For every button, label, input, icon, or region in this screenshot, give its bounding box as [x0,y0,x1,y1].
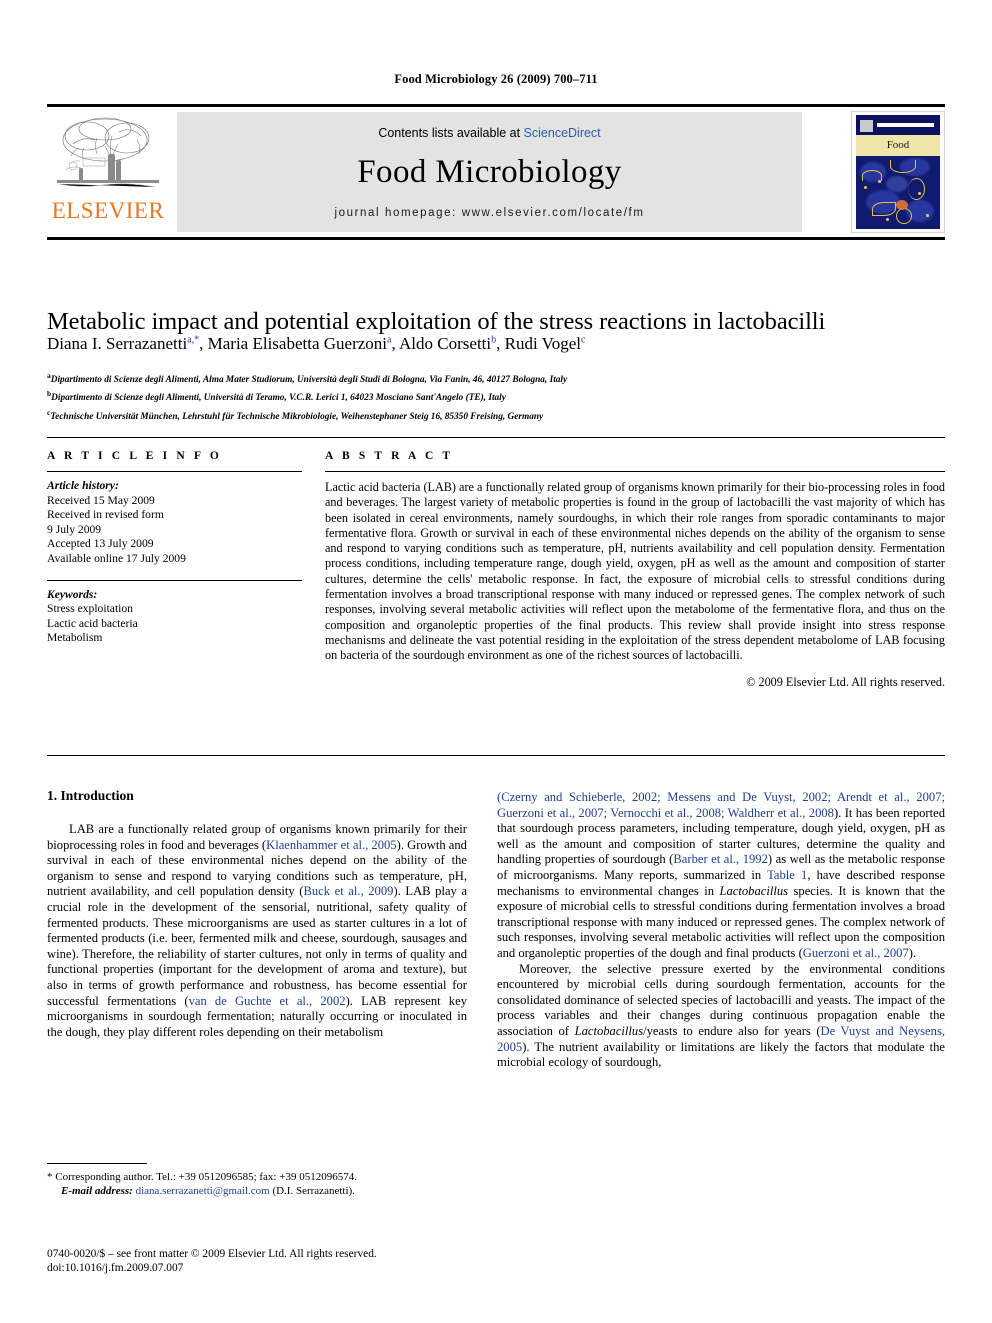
abstract-band-top-rule [47,437,945,438]
imprint-block: 0740-0020/$ – see front matter © 2009 El… [47,1247,477,1276]
italic-lactobacillus-2: Lactobacillus [574,1023,644,1038]
citation-van-de-guchte[interactable]: van de Guchte et al., 2002 [189,994,346,1008]
link-table-1[interactable]: Table 1 [767,868,807,882]
email-line: E-mail address: diana.serrazanetti@gmail… [47,1184,477,1198]
abstract-rule [325,471,945,472]
article-info-rule [47,471,302,472]
cover-image: Food Microbiology [856,115,940,229]
citation-klaenhammer[interactable]: Klaenhammer et al., 2005 [266,838,397,852]
author-1: Maria Elisabetta Guerzonia [207,334,392,353]
citation-buck[interactable]: Buck et al., 2009 [303,884,393,898]
email-label: E-mail address: [61,1185,133,1197]
keywords-label: Keywords: [47,587,98,601]
author-2: Aldo Corsettib [399,334,497,353]
corresponding-author-note: * Corresponding author. Tel.: +39 051209… [47,1171,357,1183]
affiliation-c: cTechnische Universität München, Lehrstu… [47,407,544,422]
keyword-0: Stress exploitation [47,602,133,616]
email-suffix: (D.I. Serrazanetti). [272,1185,355,1197]
journal-masthead: ELSEVIER Contents lists available at Sci… [47,104,945,240]
abstract-copyright: © 2009 Elsevier Ltd. All rights reserved… [746,674,945,689]
elsevier-logo: ELSEVIER [47,110,169,234]
imprint-line-2: doi:10.1016/j.fm.2009.07.007 [47,1262,184,1275]
contents-available-line: Contents lists available at ScienceDirec… [177,126,802,140]
history-item-1: Received in revised form [47,508,164,522]
article-history: Article history: Received 15 May 2009 Re… [47,479,302,567]
citation-barber[interactable]: Barber et al., 1992 [673,852,768,866]
affiliation-a: aDipartimento di Scienze degli Alimenti,… [47,371,568,386]
elsevier-tree-icon [53,114,163,198]
journal-homepage-link[interactable]: journal homepage: www.elsevier.com/locat… [177,207,802,219]
paper-page: Food Microbiology 26 (2009) 700–711 ELSE… [0,0,992,1323]
abstract-column: A B S T R A C T Lactic acid bacteria (LA… [325,450,945,690]
italic-lactobacillus-1: Lactobacillus [719,883,789,898]
article-info-column: A R T I C L E I N F O Article history: R… [47,450,302,646]
body-column-left: LAB are a functionally related group of … [47,822,467,1040]
running-head: Food Microbiology 26 (2009) 700–711 [394,72,598,86]
cover-elsevier-mini-logo [860,120,873,132]
paragraph-intro-left: LAB are a functionally related group of … [47,822,467,1039]
contents-prefix: Contents lists available at [378,126,524,140]
body-column-right: (Czerny and Schieberle, 2002; Messens an… [497,790,945,1071]
author-3: Rudi Vogelc [504,334,586,353]
affiliation-b: bDipartimento di Scienze degli Alimenti,… [47,389,506,404]
abstract-text: Lactic acid bacteria (LAB) are a functio… [325,480,945,663]
elsevier-wordmark: ELSEVIER [51,198,165,223]
cover-top-bar [860,120,934,132]
journal-title: Food Microbiology [357,154,622,190]
masthead-top-rule [47,104,945,107]
masthead-bottom-rule [47,237,945,240]
history-item-2: 9 July 2009 [47,522,102,536]
keyword-1: Lactic acid bacteria [47,616,138,630]
cover-artwork [856,156,940,229]
abstract-heading: A B S T R A C T [325,450,454,462]
history-item-4: Available online 17 July 2009 [47,551,186,565]
history-item-0: Received 15 May 2009 [47,493,155,507]
journal-cover-thumbnail: Food Microbiology [851,111,945,233]
keywords-rule [47,579,302,581]
article-history-label: Article history: [47,479,119,492]
masthead-center-panel: Contents lists available at ScienceDirec… [177,112,802,232]
imprint-line-1: 0740-0020/$ – see front matter © 2009 El… [47,1248,377,1260]
footnote-rule [47,1163,147,1164]
cover-white-bar [877,123,934,127]
footnote-block: * Corresponding author. Tel.: +39 051209… [47,1170,477,1198]
keyword-2: Metabolism [47,631,103,645]
paragraph-intro-right-2: Moreover, the selective pressure exerted… [497,961,945,1070]
history-item-3: Accepted 13 July 2009 [47,537,154,551]
cover-title-band: Food Microbiology [856,135,940,172]
affiliation-list: aDipartimento di Scienze degli Alimenti,… [47,369,947,424]
author-list: Diana I. Serrazanettia,*, Maria Elisabet… [47,334,586,353]
author-0: Diana I. Serrazanettia,* [47,334,200,353]
email-link[interactable]: diana.serrazanetti@gmail.com [136,1185,270,1197]
page-title: Metabolic impact and potential exploitat… [47,308,826,336]
article-info-heading: A R T I C L E I N F O [47,450,222,462]
abstract-band-bottom-rule [47,755,945,756]
sciencedirect-link[interactable]: ScienceDirect [524,126,601,140]
paragraph-intro-right-1: (Czerny and Schieberle, 2002; Messens an… [497,790,945,960]
keywords-block: Keywords: Stress exploitation Lactic aci… [47,588,302,646]
section-heading-introduction: 1. Introduction [47,788,134,803]
citation-guerzoni[interactable]: Guerzoni et al., 2007 [803,946,909,960]
